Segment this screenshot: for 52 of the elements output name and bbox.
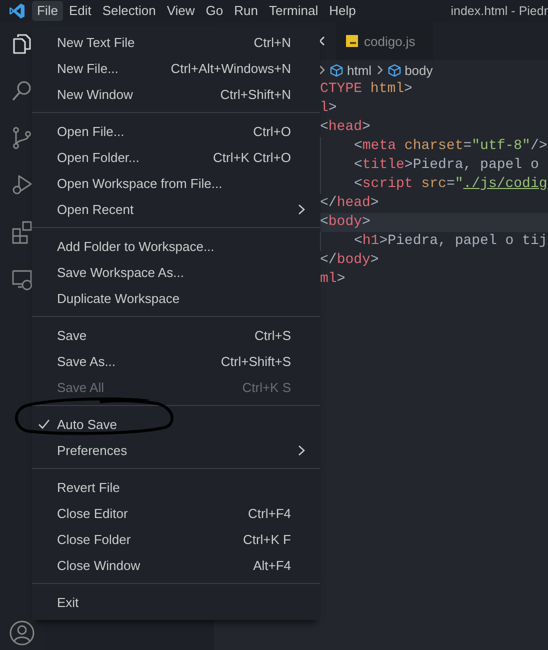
menu-item[interactable]: Save Ctrl+S xyxy=(32,322,320,348)
menu-bar-item[interactable]: Edit xyxy=(64,1,96,21)
menu-item[interactable]: Revert File xyxy=(32,474,320,500)
menu-item[interactable]: Save As... Ctrl+Shift+S xyxy=(32,348,320,374)
code-line: </body> xyxy=(319,251,380,270)
code-line: ml> xyxy=(319,270,346,289)
menu-item[interactable]: Exit xyxy=(32,589,320,615)
search-icon[interactable] xyxy=(10,79,34,103)
menu-item[interactable]: Open Folder... Ctrl+K Ctrl+O xyxy=(32,144,320,170)
menu-item[interactable]: Close Window Alt+F4 xyxy=(32,552,320,578)
menu-item[interactable]: Add Folder to Workspace... xyxy=(32,233,320,259)
cube-icon xyxy=(388,64,401,76)
menu-item[interactable]: New File... Ctrl+Alt+Windows+N xyxy=(32,55,320,81)
window-title: index.html - Piedr xyxy=(450,4,548,18)
menu-item[interactable]: Open File... Ctrl+O xyxy=(32,118,320,144)
js-file-icon xyxy=(346,35,358,47)
menu-item[interactable]: Open Recent xyxy=(32,196,320,222)
editor-tab[interactable]: codigo.js xyxy=(336,22,434,60)
check-icon xyxy=(38,418,50,430)
menu-item[interactable]: Preferences xyxy=(32,437,320,463)
vscode-logo-icon xyxy=(8,2,26,20)
code-line: <head> xyxy=(319,118,372,137)
menu-bar-item[interactable]: Go xyxy=(200,1,228,21)
menu-item[interactable]: New Text File Ctrl+N xyxy=(32,29,320,55)
code-line: l> xyxy=(319,99,338,118)
chevron-icon xyxy=(298,204,305,214)
cube-icon xyxy=(330,64,343,76)
menu-bar-item[interactable]: Help xyxy=(324,1,361,21)
code-line: CTYPE html> xyxy=(319,80,414,99)
chevron-icon xyxy=(318,65,326,75)
menu-bar-item[interactable]: Terminal xyxy=(264,1,324,21)
menu-item[interactable]: Auto Save xyxy=(32,411,320,437)
play-bug-icon[interactable] xyxy=(10,173,34,197)
menu-bar-item[interactable]: Run xyxy=(229,1,263,21)
account-icon[interactable] xyxy=(9,620,35,646)
menu-item[interactable]: New Window Ctrl+Shift+N xyxy=(32,81,320,107)
menu-item[interactable]: Duplicate Workspace xyxy=(32,285,320,311)
menu-item[interactable]: Open Workspace from File... xyxy=(32,170,320,196)
chevron-icon xyxy=(376,65,384,75)
files-icon[interactable] xyxy=(10,32,34,56)
menu-item[interactable]: Close Folder Ctrl+K F xyxy=(32,526,320,552)
menu-bar-item[interactable]: Selection xyxy=(97,1,161,21)
breadcrumb-item[interactable]: html xyxy=(347,62,372,78)
menu-item[interactable]: Close Editor Ctrl+F4 xyxy=(32,500,320,526)
code-line: </head> xyxy=(319,194,380,213)
breadcrumb-item[interactable]: body xyxy=(404,62,433,78)
chevron-icon xyxy=(298,444,305,456)
menu-bar-item[interactable]: File xyxy=(32,1,63,21)
blocks-icon[interactable] xyxy=(10,220,34,244)
menu-bar-item[interactable]: View xyxy=(162,1,200,21)
branch-icon[interactable] xyxy=(10,126,34,150)
menu-item[interactable]: Save Workspace As... xyxy=(32,259,320,285)
